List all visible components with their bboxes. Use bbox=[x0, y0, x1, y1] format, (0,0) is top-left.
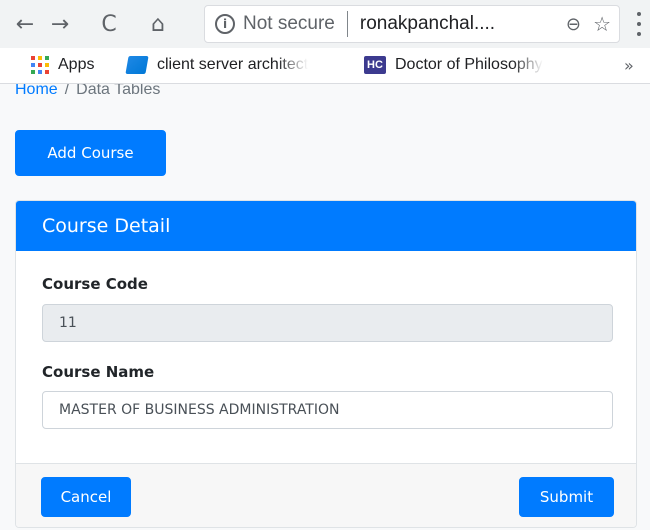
bookmark-doctor-philosophy[interactable]: HC Doctor of Philosophy bbox=[364, 56, 543, 74]
bookmark-client-server[interactable]: client server architect bbox=[125, 56, 309, 74]
add-course-button[interactable]: Add Course bbox=[15, 130, 166, 176]
chevron-more-icon[interactable]: » bbox=[624, 56, 634, 75]
back-icon[interactable]: ← bbox=[10, 9, 40, 39]
star-icon[interactable]: ☆ bbox=[593, 12, 611, 36]
info-icon[interactable]: i bbox=[215, 14, 235, 34]
security-status: Not secure bbox=[243, 13, 335, 34]
address-divider bbox=[346, 11, 348, 37]
zoom-icon[interactable]: ⊖ bbox=[566, 14, 581, 35]
course-code-field: 11 bbox=[42, 304, 613, 342]
breadcrumb-home-link[interactable]: Home bbox=[15, 84, 58, 98]
hc-icon: HC bbox=[364, 56, 386, 74]
course-detail-card: Course Detail Course Code 11 Course Name… bbox=[15, 200, 637, 528]
bookmark-label: Doctor of Philosophy bbox=[395, 56, 543, 73]
course-code-label: Course Code bbox=[42, 275, 148, 293]
breadcrumb-current: Data Tables bbox=[76, 84, 161, 98]
card-footer: Cancel Submit bbox=[16, 463, 636, 527]
azure-icon bbox=[125, 56, 149, 74]
course-name-input[interactable]: MASTER OF BUSINESS ADMINISTRATION bbox=[42, 391, 613, 429]
forward-icon[interactable]: → bbox=[45, 9, 75, 39]
apps-grid-icon bbox=[31, 56, 49, 74]
reload-icon[interactable]: C bbox=[94, 9, 124, 39]
breadcrumb: Home / Data Tables bbox=[15, 84, 160, 102]
menu-icon[interactable] bbox=[634, 12, 644, 36]
url-text[interactable]: ronakpanchal.... bbox=[360, 13, 495, 35]
bookmark-label: Apps bbox=[58, 56, 95, 73]
cancel-button[interactable]: Cancel bbox=[41, 477, 131, 517]
address-bar[interactable]: i Not secure ronakpanchal.... ⊖ ☆ bbox=[204, 5, 620, 43]
course-name-label: Course Name bbox=[42, 363, 155, 381]
submit-button[interactable]: Submit bbox=[519, 477, 614, 517]
bookmarks-bar: Apps client server architect HC Doctor o… bbox=[0, 48, 650, 84]
card-title: Course Detail bbox=[16, 201, 636, 251]
bookmark-apps[interactable]: Apps bbox=[31, 56, 94, 74]
browser-toolbar: ← → C ⌂ i Not secure ronakpanchal.... ⊖ … bbox=[0, 0, 650, 48]
home-icon[interactable]: ⌂ bbox=[143, 9, 173, 39]
breadcrumb-separator: / bbox=[64, 84, 70, 98]
bookmark-label: client server architect bbox=[157, 56, 309, 73]
